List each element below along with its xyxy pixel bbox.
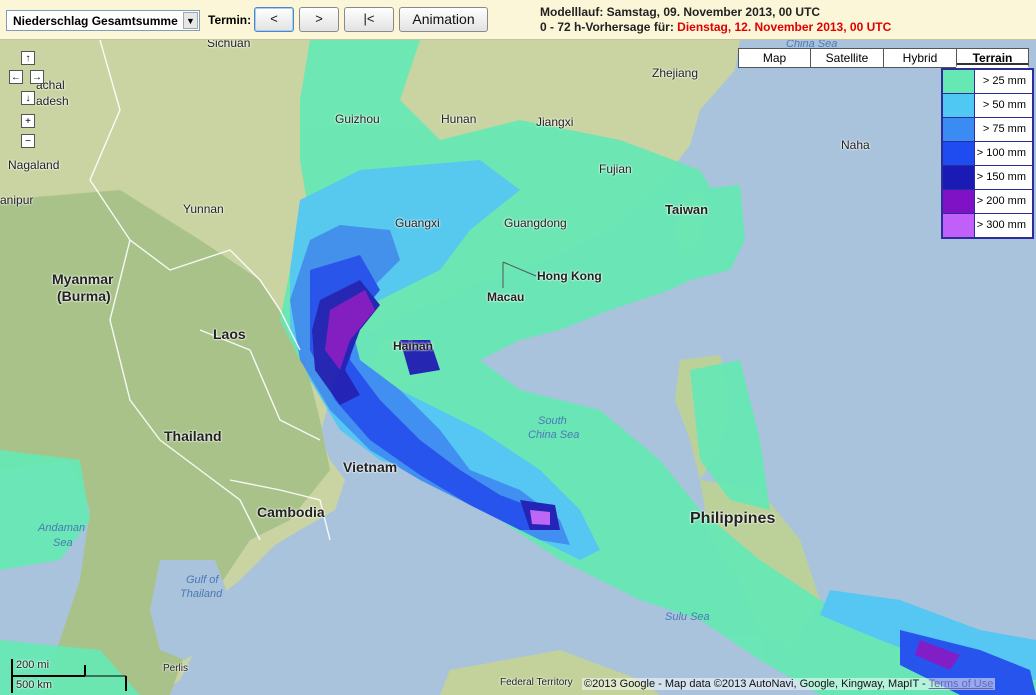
pan-up-button[interactable]: ↑ bbox=[21, 51, 35, 65]
animation-button[interactable]: Animation bbox=[399, 7, 488, 32]
place-label: Hong Kong bbox=[537, 269, 602, 283]
place-label: Hainan bbox=[393, 339, 434, 353]
place-label: Thailand bbox=[164, 428, 222, 444]
previous-button[interactable]: < bbox=[254, 7, 294, 32]
place-label: China Sea bbox=[528, 429, 580, 441]
copyright: ©2013 Google - Map data ©2013 AutoNavi, … bbox=[582, 678, 996, 690]
map-canvas[interactable]: Sichuan Zhejiang China Sea Guizhou Hunan… bbox=[0, 40, 1036, 695]
pan-down-button[interactable]: ↓ bbox=[21, 91, 35, 105]
legend-label: > 75 mm bbox=[974, 118, 1032, 141]
scale-bar: 200 mi 500 km bbox=[10, 657, 130, 695]
place-label: South bbox=[538, 415, 567, 427]
legend-row: > 200 mm bbox=[943, 189, 1032, 213]
legend-swatch bbox=[943, 118, 974, 141]
place-label: Taiwan bbox=[665, 202, 709, 217]
place-label: Sichuan bbox=[207, 40, 251, 50]
place-label: Zhejiang bbox=[652, 66, 699, 80]
forecast-line: 0 - 72 h-Vorhersage für: Dienstag, 12. N… bbox=[540, 20, 891, 35]
place-label: Myanmar bbox=[52, 271, 114, 287]
map-nav-control: ↑ ← → ↓ + − bbox=[8, 50, 48, 150]
map-type-selector: Map Satellite Hybrid Terrain bbox=[738, 48, 1029, 68]
product-select[interactable]: Niederschlag Gesamtsumme ▼ bbox=[6, 10, 200, 31]
map-type-satellite[interactable]: Satellite bbox=[810, 48, 884, 68]
map-type-terrain[interactable]: Terrain bbox=[956, 48, 1029, 68]
pan-left-button[interactable]: ← bbox=[9, 70, 23, 84]
place-label: Laos bbox=[213, 326, 246, 342]
run-info: Modelllauf: Samstag, 09. November 2013, … bbox=[540, 5, 891, 35]
place-label: Naha bbox=[841, 138, 870, 152]
place-label: Perlis bbox=[163, 663, 189, 674]
legend-swatch bbox=[943, 94, 974, 117]
place-label: Guizhou bbox=[335, 112, 380, 126]
legend-swatch bbox=[943, 214, 974, 237]
place-label: Cambodia bbox=[257, 504, 325, 520]
place-label: Hunan bbox=[441, 112, 477, 126]
place-label: Thailand bbox=[180, 588, 223, 600]
chevron-down-icon[interactable]: ▼ bbox=[183, 12, 198, 29]
terms-link[interactable]: Terms of Use bbox=[929, 678, 994, 690]
legend-label: > 150 mm bbox=[974, 166, 1032, 189]
map-type-map[interactable]: Map bbox=[738, 48, 811, 68]
place-label: Sea bbox=[53, 537, 73, 549]
legend-label: > 100 mm bbox=[974, 142, 1032, 165]
legend-row: > 75 mm bbox=[943, 117, 1032, 141]
pan-right-button[interactable]: → bbox=[30, 70, 44, 84]
zoom-out-button[interactable]: − bbox=[21, 134, 35, 148]
copyright-text: ©2013 Google - Map data ©2013 AutoNavi, … bbox=[584, 678, 929, 690]
map-type-hybrid[interactable]: Hybrid bbox=[883, 48, 957, 68]
place-label: Sulu Sea bbox=[665, 611, 710, 623]
place-label: Philippines bbox=[690, 510, 776, 527]
place-label: Andaman bbox=[38, 522, 86, 534]
product-select-value: Niederschlag Gesamtsumme bbox=[13, 14, 178, 28]
legend-row: > 100 mm bbox=[943, 141, 1032, 165]
legend-swatch bbox=[943, 190, 974, 213]
place-label: Jiangxi bbox=[536, 115, 574, 129]
place-label: Federal Territory bbox=[500, 677, 573, 688]
place-label: Vietnam bbox=[343, 459, 398, 475]
legend-swatch bbox=[943, 142, 974, 165]
place-label: Macau bbox=[487, 290, 525, 304]
zoom-in-button[interactable]: + bbox=[21, 114, 35, 128]
legend-label: > 200 mm bbox=[974, 190, 1032, 213]
place-label: Guangxi bbox=[395, 216, 440, 230]
legend-row: > 50 mm bbox=[943, 93, 1032, 117]
place-label: Yunnan bbox=[183, 202, 224, 216]
place-label: Guangdong bbox=[504, 216, 567, 230]
place-label: Nagaland bbox=[8, 158, 60, 172]
place-label: Gulf of bbox=[186, 574, 219, 586]
model-run-text: Modelllauf: Samstag, 09. November 2013, … bbox=[540, 5, 821, 19]
forecast-prefix: 0 - 72 h-Vorhersage für: bbox=[540, 20, 678, 34]
map-background bbox=[0, 40, 1036, 695]
precip-legend: > 25 mm > 50 mm > 75 mm > 100 mm > 150 mm > 2… bbox=[941, 68, 1034, 239]
legend-row: > 300 mm bbox=[943, 213, 1032, 237]
legend-label: > 300 mm bbox=[974, 214, 1032, 237]
legend-swatch bbox=[943, 70, 974, 93]
legend-swatch bbox=[943, 166, 974, 189]
legend-label: > 50 mm bbox=[974, 94, 1032, 117]
toolbar: Niederschlag Gesamtsumme ▼ Termin: < > |… bbox=[0, 0, 1036, 40]
forecast-date: Dienstag, 12. November 2013, 00 UTC bbox=[677, 20, 892, 34]
legend-label: > 25 mm bbox=[974, 70, 1032, 93]
legend-row: > 150 mm bbox=[943, 165, 1032, 189]
place-label: Fujian bbox=[599, 162, 632, 176]
place-label: anipur bbox=[0, 193, 34, 207]
place-label: (Burma) bbox=[57, 288, 111, 304]
scale-miles: 200 mi bbox=[16, 659, 50, 671]
scale-km: 500 km bbox=[16, 679, 53, 691]
first-button[interactable]: |< bbox=[344, 7, 394, 32]
next-button[interactable]: > bbox=[299, 7, 339, 32]
termin-label: Termin: bbox=[208, 13, 252, 27]
legend-row: > 25 mm bbox=[943, 70, 1032, 93]
